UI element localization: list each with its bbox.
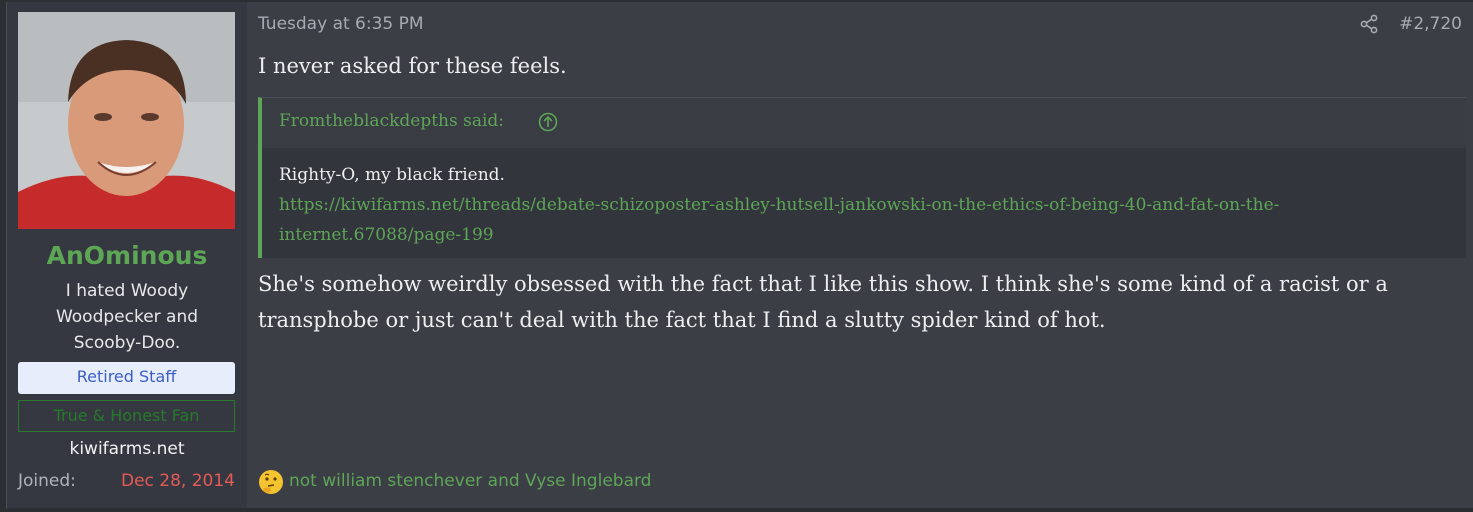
quote-header: Fromtheblackdepths said: — [262, 98, 1466, 148]
username[interactable]: AnOminous — [7, 241, 247, 270]
reactions-text[interactable]: not william stenchever and Vyse Inglebar… — [289, 471, 651, 491]
share-icon[interactable] — [1359, 14, 1379, 34]
quote-link[interactable]: https://kiwifarms.net/threads/debate-sch… — [279, 190, 1436, 250]
post-first-line: I never asked for these feels. — [258, 54, 567, 78]
quote-author[interactable]: Fromtheblackdepths said: — [279, 111, 504, 131]
post-timestamp[interactable]: Tuesday at 6:35 PM — [258, 14, 424, 34]
user-site-text: kiwifarms.net — [69, 439, 185, 459]
thinking-face-icon — [258, 469, 284, 495]
post-number-link[interactable]: #2,720 — [1399, 14, 1462, 34]
quote-text: Righty-O, my black friend. — [279, 165, 505, 185]
post-main: Tuesday at 6:35 PM #2,720 I never asked … — [258, 2, 1473, 508]
arrow-up-circle-icon[interactable] — [538, 112, 558, 132]
retired-staff-banner: Retired Staff — [18, 362, 235, 394]
post-container: AnOminous I hated Woody Woodpecker and S… — [6, 2, 1473, 510]
avatar[interactable] — [18, 12, 235, 229]
quote-body: Righty-O, my black friend. https://kiwif… — [279, 160, 1436, 250]
joined-label: Joined: — [18, 471, 76, 491]
user-title: I hated Woody Woodpecker and Scooby-Doo. — [55, 281, 199, 353]
user-info-column: AnOminous I hated Woody Woodpecker and S… — [7, 2, 247, 508]
quote-block: Fromtheblackdepths said: Righty-O, my bl… — [258, 97, 1466, 258]
post-body-text: She's somehow weirdly obsessed with the … — [258, 272, 1388, 332]
true-honest-fan-banner: True & Honest Fan — [18, 400, 235, 432]
joined-date: Dec 28, 2014 — [120, 471, 235, 491]
